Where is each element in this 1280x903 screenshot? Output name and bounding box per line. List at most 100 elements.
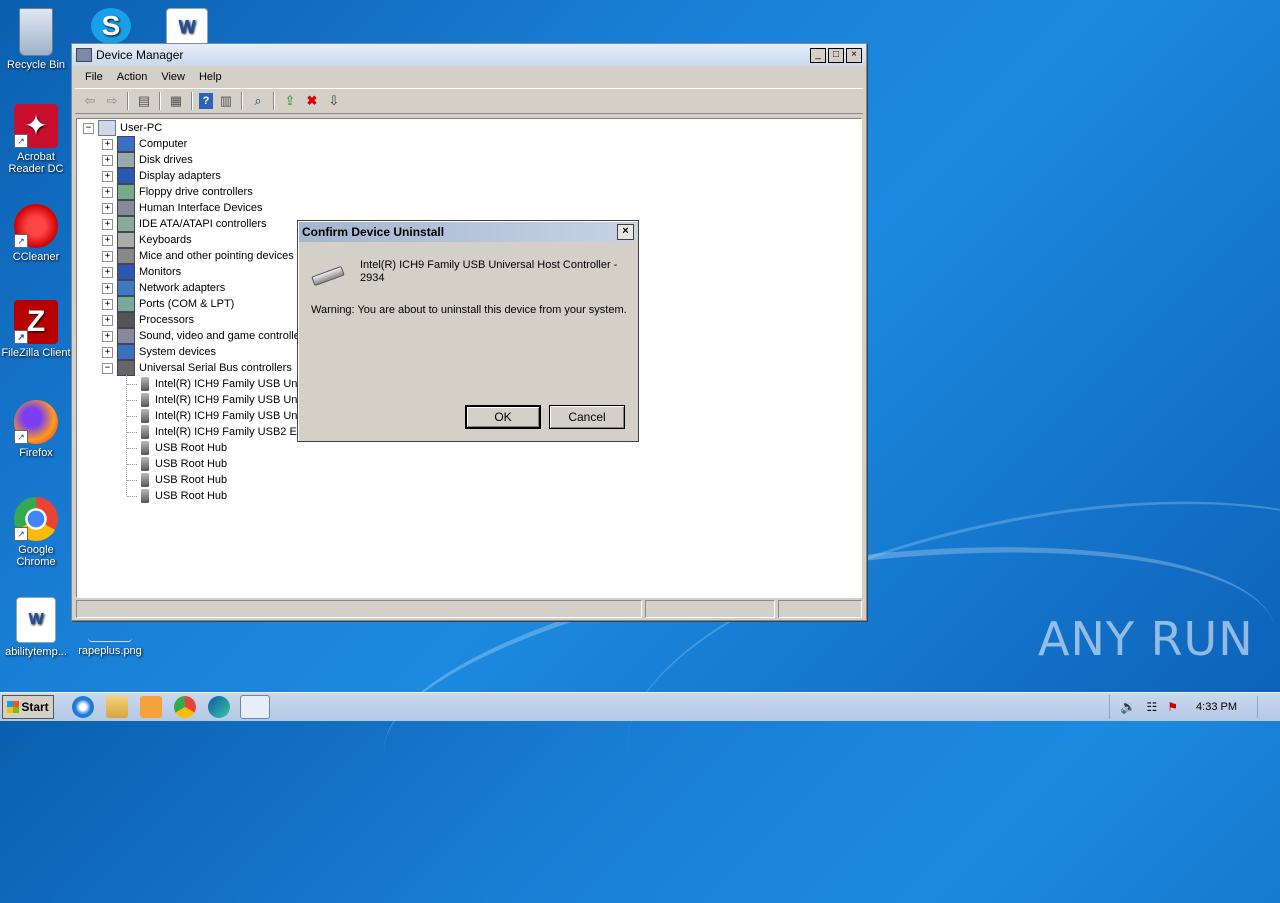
expand-icon[interactable]: + bbox=[102, 282, 113, 294]
expand-icon[interactable]: + bbox=[102, 218, 113, 230]
menu-help[interactable]: Help bbox=[192, 69, 229, 85]
expand-icon[interactable]: + bbox=[102, 346, 113, 358]
minimize-button[interactable]: _ bbox=[810, 47, 826, 63]
status-pane-main bbox=[76, 600, 642, 618]
tree-category[interactable]: + IDE ATA/ATAPI controllers bbox=[102, 216, 267, 232]
scan-hardware-changes-icon[interactable]: ⌕ bbox=[249, 92, 267, 110]
tree-connector bbox=[127, 415, 137, 417]
recycle-bin-icon bbox=[19, 8, 53, 56]
show-desktop-button[interactable] bbox=[1257, 696, 1270, 718]
tree-category[interactable]: + Disk drives bbox=[102, 152, 193, 168]
firefox-icon: ↗ bbox=[14, 400, 58, 444]
expand-icon[interactable]: + bbox=[102, 234, 113, 246]
expand-icon[interactable]: + bbox=[102, 138, 113, 150]
tree-category[interactable]: + Computer bbox=[102, 136, 187, 152]
expand-icon[interactable]: + bbox=[102, 154, 113, 166]
clock[interactable]: 4:33 PM bbox=[1196, 701, 1237, 713]
device-manager-taskbar-icon[interactable] bbox=[240, 695, 270, 719]
desktop-icon-recycle-bin[interactable]: Recycle Bin bbox=[0, 8, 72, 71]
tree-category-label: Mice and other pointing devices bbox=[139, 250, 294, 262]
internet-explorer-icon[interactable] bbox=[72, 696, 94, 718]
window-titlebar[interactable]: Device Manager _ □ × bbox=[72, 44, 866, 66]
update-driver-icon[interactable]: ⇪ bbox=[281, 92, 299, 110]
tree-category[interactable]: + Ports (COM & LPT) bbox=[102, 296, 234, 312]
uninstall-device-icon[interactable]: ✖ bbox=[303, 92, 321, 110]
tree-category[interactable]: + Monitors bbox=[102, 264, 181, 280]
tree-root[interactable]: − User-PC bbox=[83, 120, 162, 136]
tree-category[interactable]: + System devices bbox=[102, 344, 216, 360]
usb-device-item[interactable]: USB Root Hub bbox=[127, 488, 227, 504]
show-hide-console-tree-icon[interactable]: ▤ bbox=[135, 92, 153, 110]
file-explorer-icon[interactable] bbox=[106, 696, 128, 718]
maximize-button[interactable]: □ bbox=[828, 47, 844, 63]
menu-view[interactable]: View bbox=[154, 69, 192, 85]
collapse-icon[interactable]: − bbox=[102, 362, 113, 374]
desktop-icon-filezilla[interactable]: Z ↗ FileZilla Client bbox=[0, 300, 72, 359]
tree-category[interactable]: + Sound, video and game controllers bbox=[102, 328, 309, 344]
expand-icon[interactable]: + bbox=[102, 170, 113, 182]
help-icon[interactable]: ? bbox=[199, 93, 213, 109]
close-button[interactable]: × bbox=[846, 47, 862, 63]
desktop-icon-chrome[interactable]: ↗ Google Chrome bbox=[0, 497, 72, 568]
network-icon[interactable]: ☷ bbox=[1147, 700, 1158, 714]
forward-arrow-icon[interactable]: ⇨ bbox=[103, 92, 121, 110]
desktop-icon-acrobat[interactable]: ✦ ↗ Acrobat Reader DC bbox=[0, 104, 72, 175]
expand-icon[interactable]: + bbox=[102, 186, 113, 198]
expand-icon[interactable]: + bbox=[102, 202, 113, 214]
desktop-icon-ccleaner[interactable]: ↗ CCleaner bbox=[0, 204, 72, 263]
menu-action[interactable]: Action bbox=[110, 69, 155, 85]
properties-icon[interactable]: ▦ bbox=[167, 92, 185, 110]
acrobat-reader-icon: ✦ ↗ bbox=[14, 104, 58, 148]
expand-icon[interactable]: + bbox=[102, 298, 113, 310]
toolbar-separator bbox=[273, 92, 275, 110]
usb-plug-icon bbox=[141, 473, 149, 487]
tree-connector bbox=[127, 479, 137, 481]
usb-device-item[interactable]: USB Root Hub bbox=[127, 440, 227, 456]
expand-icon[interactable]: + bbox=[102, 330, 113, 342]
display-adapter-icon bbox=[117, 168, 135, 184]
expand-icon[interactable]: + bbox=[102, 266, 113, 278]
tree-category[interactable]: + Keyboards bbox=[102, 232, 192, 248]
dialog-device-name: Intel(R) ICH9 Family USB Universal Host … bbox=[360, 259, 618, 284]
start-button[interactable]: Start bbox=[2, 695, 54, 719]
volume-icon[interactable]: 🔉 bbox=[1120, 699, 1136, 715]
shortcut-arrow-icon: ↗ bbox=[14, 527, 28, 541]
flag-icon[interactable]: ⚑ bbox=[1167, 700, 1178, 714]
expand-icon[interactable]: + bbox=[102, 314, 113, 326]
tree-category[interactable]: + Network adapters bbox=[102, 280, 225, 296]
tree-category[interactable]: + Display adapters bbox=[102, 168, 221, 184]
desktop-icon-firefox[interactable]: ↗ Firefox bbox=[0, 400, 72, 459]
usb-device-label: USB Root Hub bbox=[155, 442, 228, 454]
chrome-taskbar-icon[interactable] bbox=[174, 696, 196, 718]
usb-device-label: USB Root Hub bbox=[155, 474, 228, 486]
tree-category[interactable]: − Universal Serial Bus controllers bbox=[102, 360, 292, 376]
collapse-icon[interactable]: − bbox=[83, 122, 94, 134]
back-arrow-icon[interactable]: ⇦ bbox=[81, 92, 99, 110]
usb-device-item[interactable]: USB Root Hub bbox=[127, 472, 227, 488]
desktop-icon-abilitytemp[interactable]: W abilitytemp... bbox=[0, 597, 72, 658]
action-pane-icon[interactable]: ▥ bbox=[217, 92, 235, 110]
shortcut-arrow-icon: ↗ bbox=[14, 430, 28, 444]
tree-category[interactable]: + Mice and other pointing devices bbox=[102, 248, 294, 264]
tree-category[interactable]: + Floppy drive controllers bbox=[102, 184, 253, 200]
computer-icon bbox=[98, 120, 116, 136]
desktop-icon-skype[interactable]: S bbox=[76, 8, 146, 47]
dialog-close-button[interactable]: × bbox=[617, 224, 634, 240]
tree-category[interactable]: + Human Interface Devices bbox=[102, 200, 263, 216]
monitor-icon bbox=[117, 264, 135, 280]
tree-category-label: IDE ATA/ATAPI controllers bbox=[139, 218, 267, 230]
tree-category[interactable]: + Processors bbox=[102, 312, 194, 328]
dialog-titlebar[interactable]: Confirm Device Uninstall × bbox=[299, 222, 637, 242]
confirm-uninstall-dialog: Confirm Device Uninstall × Intel(R) ICH9… bbox=[297, 220, 639, 442]
media-player-icon[interactable] bbox=[140, 696, 162, 718]
toolbar-separator bbox=[159, 92, 161, 110]
tree-category-label: Ports (COM & LPT) bbox=[139, 298, 235, 310]
usb-device-item[interactable]: USB Root Hub bbox=[127, 456, 227, 472]
disable-device-icon[interactable]: ⇩ bbox=[325, 92, 343, 110]
expand-icon[interactable]: + bbox=[102, 250, 113, 262]
ok-button[interactable]: OK bbox=[465, 405, 541, 429]
cancel-button[interactable]: Cancel bbox=[549, 405, 625, 429]
menu-file[interactable]: File bbox=[78, 69, 110, 85]
tree-category-label: Processors bbox=[139, 314, 195, 326]
edge-icon[interactable] bbox=[208, 696, 230, 718]
